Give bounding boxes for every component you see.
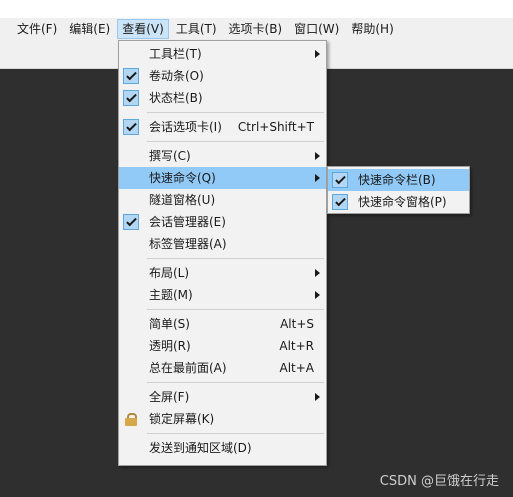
menu-item-label: 全屏(F) bbox=[149, 390, 190, 404]
menu-item-lock-screen[interactable]: 锁定屏幕(K) bbox=[119, 408, 326, 430]
menu-separator bbox=[147, 258, 324, 259]
menu-help[interactable]: 帮助(H) bbox=[346, 19, 398, 39]
menu-separator bbox=[147, 382, 324, 383]
menu-item-quick-commands[interactable]: 快速命令(Q) bbox=[119, 167, 326, 189]
menu-item-compose[interactable]: 撰写(C) bbox=[119, 145, 326, 167]
lock-icon bbox=[125, 413, 137, 426]
shortcut-label: Alt+S bbox=[280, 317, 314, 331]
menu-item-label: 会话选项卡(I) bbox=[149, 120, 222, 134]
menu-item-quick-command-pane[interactable]: 快速命令窗格(P) bbox=[328, 191, 469, 213]
menu-item-session-manager[interactable]: 会话管理器(E) bbox=[119, 211, 326, 233]
menu-item-quick-command-bar[interactable]: 快速命令栏(B) bbox=[328, 169, 469, 191]
checkmark-icon bbox=[332, 194, 348, 210]
menu-item-label: 快速命令(Q) bbox=[149, 171, 216, 185]
menu-view[interactable]: 查看(V) bbox=[117, 19, 169, 39]
window-top-area bbox=[0, 0, 513, 18]
menu-item-send-to-tray[interactable]: 发送到通知区域(D) bbox=[119, 437, 326, 459]
menu-item-label: 主题(M) bbox=[149, 288, 193, 302]
menu-separator bbox=[147, 433, 324, 434]
menu-separator bbox=[147, 112, 324, 113]
menu-item-session-tabs[interactable]: 会话选项卡(I) Ctrl+Shift+T bbox=[119, 116, 326, 138]
menu-item-scrollbar[interactable]: 卷动条(O) bbox=[119, 65, 326, 87]
submenu-arrow-icon bbox=[315, 174, 320, 182]
menu-item-label: 会话管理器(E) bbox=[149, 215, 226, 229]
checkmark-icon bbox=[332, 172, 348, 188]
menu-item-label: 发送到通知区域(D) bbox=[149, 441, 252, 455]
menu-separator bbox=[147, 309, 324, 310]
menu-item-label: 布局(L) bbox=[149, 266, 190, 280]
menu-item-label: 卷动条(O) bbox=[149, 69, 204, 83]
menu-item-statusbar[interactable]: 状态栏(B) bbox=[119, 87, 326, 109]
menu-item-label: 状态栏(B) bbox=[149, 91, 203, 105]
menu-item-label: 总在最前面(A) bbox=[149, 361, 227, 375]
submenu-arrow-icon bbox=[315, 393, 320, 401]
watermark: CSDN @巨饿在行走 bbox=[379, 474, 499, 489]
menu-tools[interactable]: 工具(T) bbox=[171, 19, 222, 39]
submenu-arrow-icon bbox=[315, 152, 320, 160]
menu-tabs[interactable]: 选项卡(B) bbox=[224, 19, 288, 39]
menu-item-tag-manager[interactable]: 标签管理器(A) bbox=[119, 233, 326, 255]
menu-item-label: 快速命令栏(B) bbox=[358, 173, 436, 187]
checkmark-icon bbox=[123, 68, 139, 84]
menu-separator bbox=[147, 141, 324, 142]
menu-item-fullscreen[interactable]: 全屏(F) bbox=[119, 386, 326, 408]
menu-item-label: 透明(R) bbox=[149, 339, 191, 353]
menu-item-tunnel-pane[interactable]: 隧道窗格(U) bbox=[119, 189, 326, 211]
submenu-arrow-icon bbox=[315, 50, 320, 58]
menu-item-layout[interactable]: 布局(L) bbox=[119, 262, 326, 284]
view-menu-dropdown: 工具栏(T) 卷动条(O) 状态栏(B) 会话选项卡(I) Ctrl+Shift+… bbox=[118, 40, 327, 466]
menu-item-always-on-top[interactable]: 总在最前面(A) Alt+A bbox=[119, 357, 326, 379]
menu-item-label: 锁定屏幕(K) bbox=[149, 412, 215, 426]
menu-item-theme[interactable]: 主题(M) bbox=[119, 284, 326, 306]
menu-item-simple[interactable]: 简单(S) Alt+S bbox=[119, 313, 326, 335]
submenu-arrow-icon bbox=[315, 269, 320, 277]
menu-item-label: 快速命令窗格(P) bbox=[358, 195, 447, 209]
shortcut-label: Alt+R bbox=[279, 339, 314, 353]
quick-commands-submenu: 快速命令栏(B) 快速命令窗格(P) bbox=[327, 166, 470, 214]
menu-item-label: 隧道窗格(U) bbox=[149, 193, 216, 207]
submenu-arrow-icon bbox=[315, 291, 320, 299]
shortcut-label: Alt+A bbox=[279, 361, 314, 375]
menu-item-label: 标签管理器(A) bbox=[149, 237, 227, 251]
shortcut-label: Ctrl+Shift+T bbox=[237, 120, 314, 134]
menu-item-label: 撰写(C) bbox=[149, 149, 191, 163]
checkmark-icon bbox=[123, 119, 139, 135]
menu-edit[interactable]: 编辑(E) bbox=[64, 19, 115, 39]
menu-item-label: 工具栏(T) bbox=[149, 47, 202, 61]
menu-window[interactable]: 窗口(W) bbox=[289, 19, 344, 39]
checkmark-icon bbox=[123, 214, 139, 230]
checkmark-icon bbox=[123, 90, 139, 106]
menu-item-toolbar[interactable]: 工具栏(T) bbox=[119, 43, 326, 65]
menu-bar: 文件(F) 编辑(E) 查看(V) 工具(T) 选项卡(B) 窗口(W) 帮助(… bbox=[0, 18, 513, 40]
menu-item-label: 简单(S) bbox=[149, 317, 190, 331]
menu-item-transparent[interactable]: 透明(R) Alt+R bbox=[119, 335, 326, 357]
menu-file[interactable]: 文件(F) bbox=[12, 19, 62, 39]
